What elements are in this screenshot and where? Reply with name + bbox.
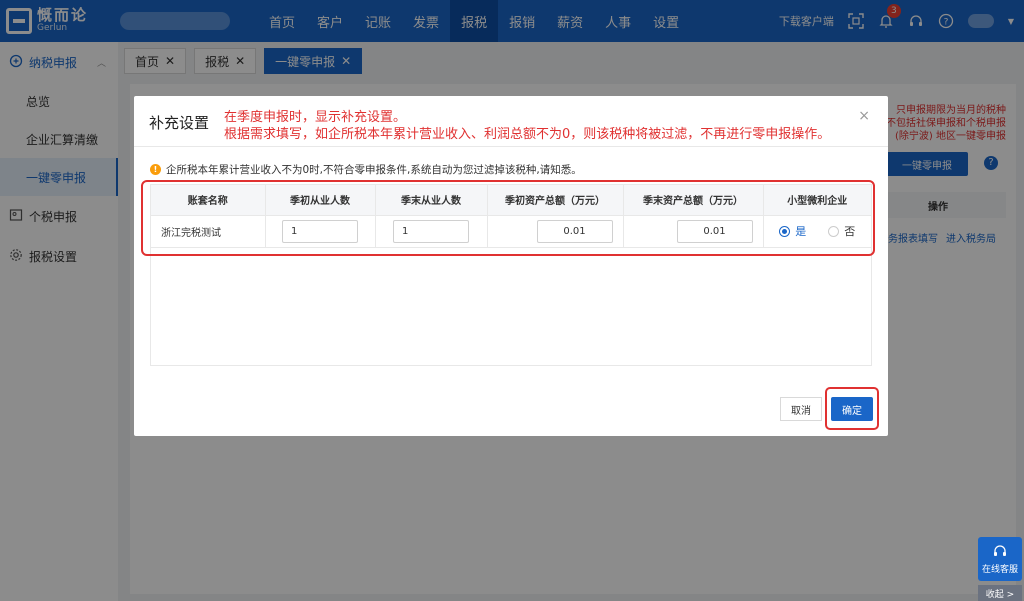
highlight-box-confirm: [825, 387, 879, 430]
modal-title: 补充设置: [149, 114, 210, 132]
online-service-button[interactable]: 在线客服: [978, 537, 1022, 581]
supplement-settings-modal: 补充设置 在季度申报时，显示补充设置。 根据需求填写，如企所税本年累计营业收入、…: [134, 96, 888, 436]
warning-text: 企所税本年累计营业收入不为0时,不符合零申报条件,系统自动为您过滤掉该税种,请知…: [166, 164, 582, 176]
warning-message: ! 企所税本年累计营业收入不为0时,不符合零申报条件,系统自动为您过滤掉该税种,…: [150, 162, 582, 177]
collapse-button[interactable]: 收起 >: [978, 585, 1022, 601]
online-service-label: 在线客服: [981, 565, 1018, 575]
cancel-button[interactable]: 取消: [780, 397, 822, 421]
annotation-text: 在季度申报时，显示补充设置。 根据需求填写，如企所税本年累计营业收入、利润总额不…: [224, 109, 830, 143]
divider: [134, 146, 888, 147]
annotation-line: 根据需求填写，如企所税本年累计营业收入、利润总额不为0，则该税种将被过滤，不再进…: [224, 127, 831, 142]
highlight-box-table: [141, 180, 875, 256]
warning-icon: !: [150, 164, 161, 175]
close-icon[interactable]: ×: [858, 108, 870, 124]
headset-icon: [992, 543, 1008, 562]
annotation-line: 在季度申报时，显示补充设置。: [224, 110, 407, 125]
